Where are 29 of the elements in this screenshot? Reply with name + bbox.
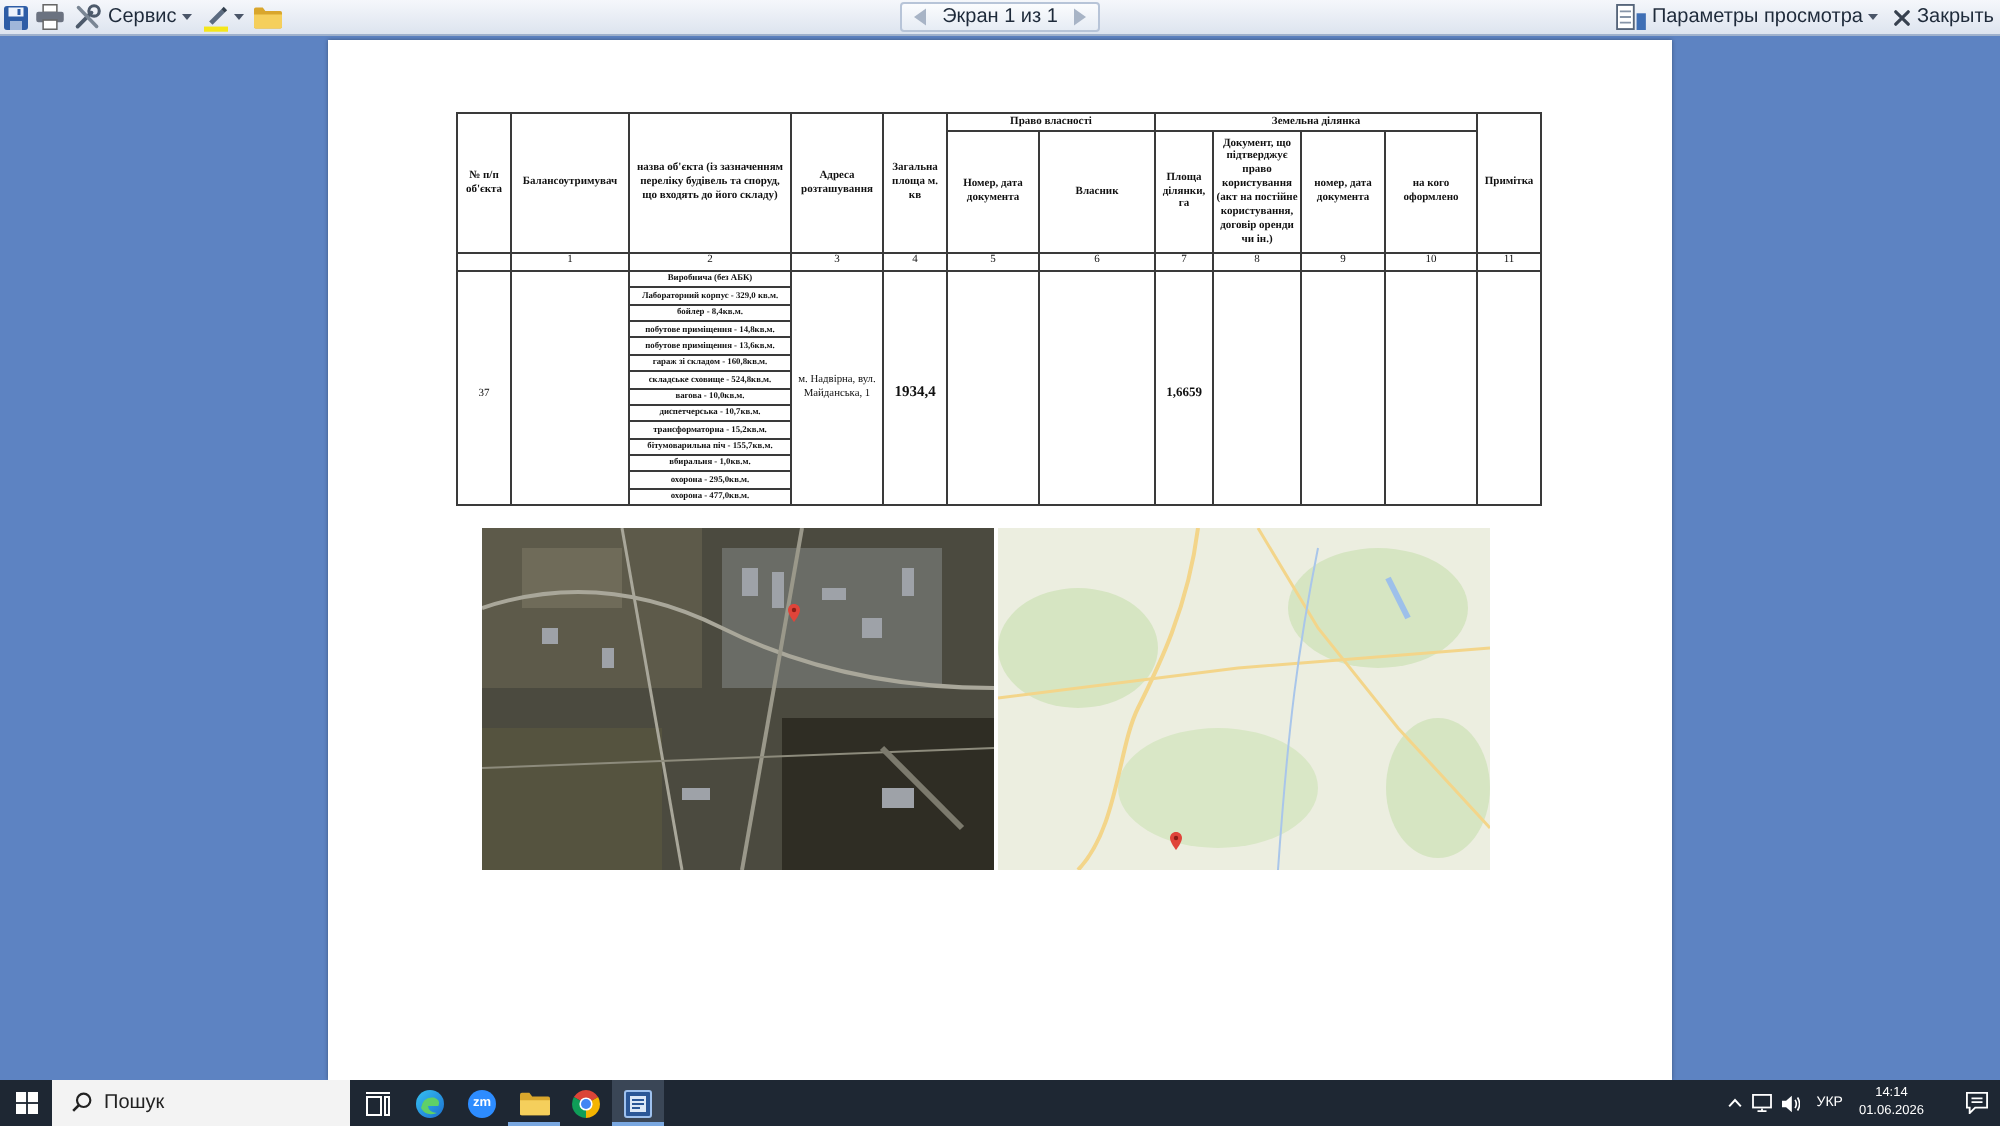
highlighter-icon <box>204 3 229 31</box>
view-options-icon <box>1615 4 1646 30</box>
search-icon <box>72 1092 92 1112</box>
speaker-icon[interactable] <box>1782 1093 1801 1113</box>
caret-up-icon[interactable] <box>1728 1098 1743 1108</box>
tools-icon <box>74 4 102 30</box>
swirl-icon <box>416 1089 444 1117</box>
color-wheel-icon <box>572 1089 600 1117</box>
notification-icon[interactable] <box>1966 1092 1988 1114</box>
map-pin-icon <box>788 604 800 622</box>
tools-menu-button[interactable]: Сервис <box>72 2 195 32</box>
close-button[interactable]: Закрыть <box>1892 2 1996 32</box>
taskbar-app-button[interactable] <box>612 1080 664 1126</box>
search-field[interactable]: Пошук <box>52 1080 350 1126</box>
network-icon[interactable] <box>1752 1094 1773 1112</box>
map-pin-icon <box>1170 832 1182 850</box>
save-icon[interactable] <box>4 5 28 29</box>
page-indicator: Экран 1 из 1 <box>942 6 1058 28</box>
task-view-icon[interactable] <box>366 1091 390 1115</box>
highlighter-button[interactable] <box>202 2 247 32</box>
folder-icon <box>519 1091 549 1115</box>
view-options-button[interactable]: Параметры просмотра <box>1613 2 1881 32</box>
close-icon <box>1894 9 1911 25</box>
print-icon[interactable] <box>36 4 64 30</box>
caret-icon <box>1868 14 1879 20</box>
caret-icon <box>234 14 245 20</box>
document-viewer-icon <box>624 1089 652 1117</box>
start-icon[interactable] <box>15 1092 37 1114</box>
caret-icon <box>182 14 193 20</box>
